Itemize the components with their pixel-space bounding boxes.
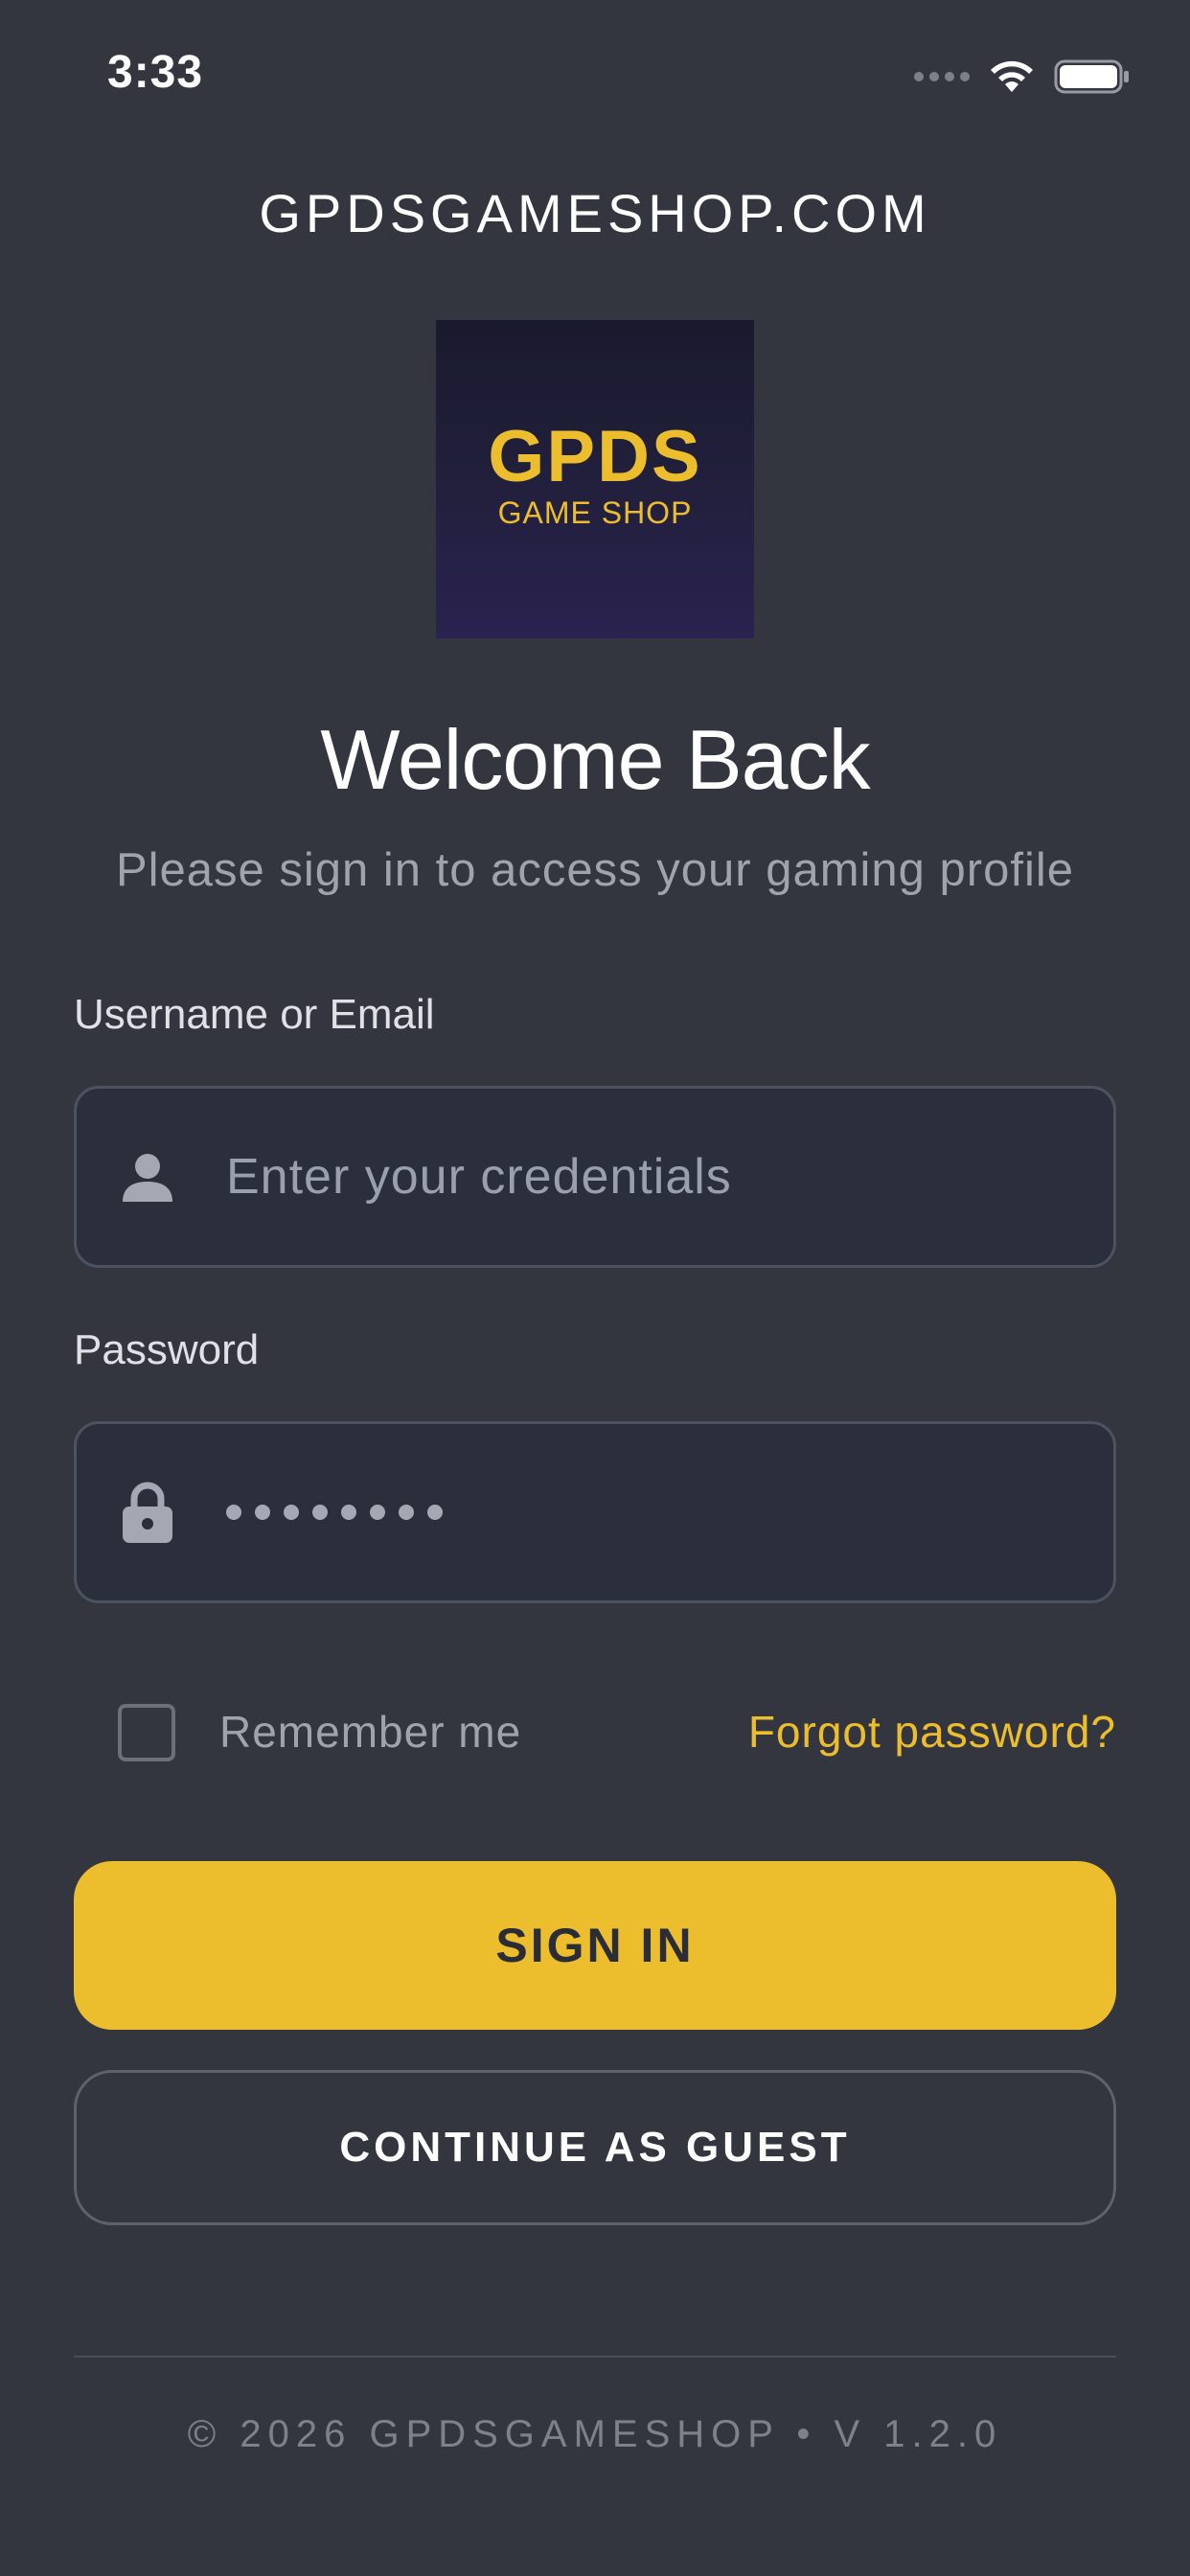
brand-logo: GPDS GAME SHOP [436,320,754,638]
password-input[interactable] [226,1505,443,1520]
remember-me-label[interactable]: Remember me [219,1706,521,1758]
password-mask-dot [427,1505,443,1520]
cellular-signal-icon [914,72,970,81]
password-mask-dot [226,1505,241,1520]
password-mask-dot [341,1505,356,1520]
password-mask-dot [284,1505,299,1520]
username-input[interactable] [226,1089,1113,1265]
username-label: Username or Email [74,991,435,1038]
password-field[interactable] [74,1421,1116,1603]
remember-row: Remember me Forgot password? [74,1696,1116,1773]
logo-wordmark: GPDS [488,416,701,497]
password-mask-dot [370,1505,385,1520]
sign-in-button[interactable]: SIGN IN [74,1861,1116,2030]
continue-as-guest-button[interactable]: CONTINUE AS GUEST [74,2070,1116,2225]
password-mask-dot [399,1505,414,1520]
welcome-title: Welcome Back [320,712,870,807]
battery-icon [1054,59,1129,94]
password-mask-dot [255,1505,270,1520]
forgot-password-link[interactable]: Forgot password? [748,1706,1116,1758]
lock-icon [119,1482,176,1543]
password-label: Password [74,1326,260,1373]
footer-copyright: © 2026 GPDSGAMESHOP • V 1.2.0 [187,2413,1003,2455]
wifi-icon [991,60,1033,92]
status-icons [914,58,1131,96]
footer-divider [74,2356,1116,2358]
username-field[interactable] [74,1086,1116,1268]
status-time: 3:33 [107,47,204,98]
welcome-subtitle: Please sign in to access your gaming pro… [115,844,1074,896]
user-icon [119,1148,176,1206]
logo-subtitle: GAME SHOP [498,495,693,530]
remember-me-checkbox[interactable] [118,1704,175,1761]
site-title: GPDSGAMESHOP.COM [259,183,931,243]
password-mask-dot [312,1505,328,1520]
